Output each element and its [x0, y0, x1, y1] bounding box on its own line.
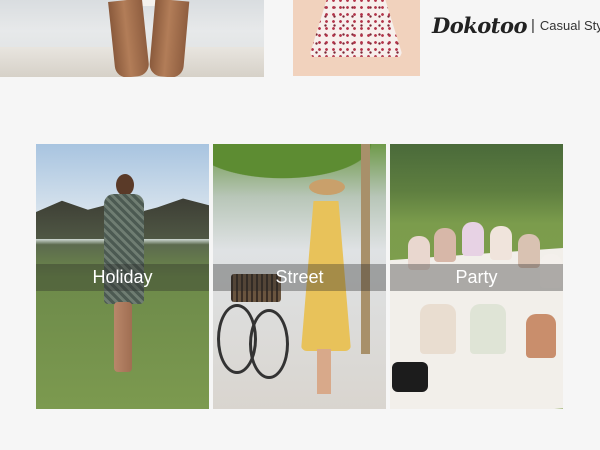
right-leg: [148, 0, 190, 77]
brand-tagline: Casual Style: [539, 17, 600, 33]
category-card-party[interactable]: Party: [390, 144, 563, 409]
floral-dress-photo: [293, 0, 420, 76]
category-card-street[interactable]: Street: [213, 144, 386, 409]
brand-separator: |: [531, 16, 535, 34]
street-pole: [361, 144, 370, 354]
brand-header: Dokotoo | Casual Style: [432, 10, 600, 40]
category-label: Party: [390, 264, 563, 291]
left-leg: [108, 0, 150, 77]
category-label: Holiday: [36, 264, 209, 291]
model-legs-photo: [0, 0, 264, 77]
brand-logo: Dokotoo: [432, 12, 528, 38]
category-card-holiday[interactable]: Holiday: [36, 144, 209, 409]
straw-hat: [309, 179, 345, 195]
black-handbag: [392, 362, 428, 392]
category-label: Street: [213, 264, 386, 291]
floral-skirt: [309, 0, 403, 57]
